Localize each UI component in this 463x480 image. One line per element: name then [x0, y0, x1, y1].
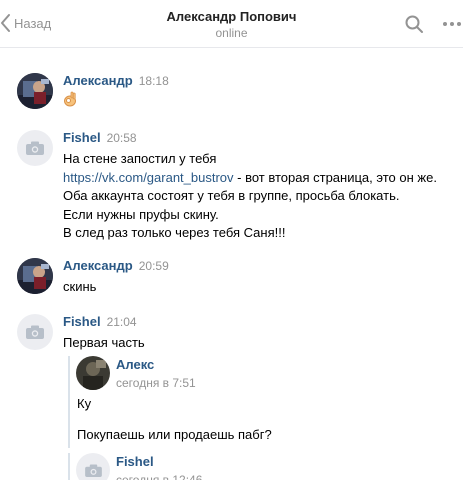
avatar[interactable] — [17, 314, 53, 350]
message-meta: Fishel сегодня в 12:46 — [116, 454, 202, 480]
message-line: Если нужны пруфы скину. — [63, 206, 219, 222]
message-line: Ку — [77, 396, 92, 411]
avatar[interactable] — [17, 130, 53, 166]
avatar[interactable] — [76, 453, 110, 480]
avatar[interactable] — [17, 258, 53, 294]
chat-title: Александр Попович — [166, 9, 297, 24]
message-line: Оба аккаунта состоят у тебя в группе, пр… — [63, 188, 400, 203]
message-line-rest: - вот вторая страница, это он же. — [233, 169, 437, 185]
message-time: 20:58 — [106, 131, 137, 145]
message-line: На стене запостил у тебя — [63, 151, 217, 166]
message-line: Первая часть — [63, 335, 145, 350]
message-line: Покупаешь или продаешь пабг? — [77, 427, 272, 442]
author-name[interactable]: Александр — [63, 73, 133, 88]
message-time: 21:04 — [106, 315, 137, 329]
message-time: 20:59 — [138, 259, 169, 273]
online-status: online — [215, 26, 248, 40]
search-icon[interactable] — [404, 14, 424, 34]
author-name[interactable]: Fishel — [63, 130, 101, 145]
avatar[interactable] — [17, 73, 53, 109]
author-name[interactable]: Алекс — [116, 357, 196, 373]
message-text: Первая часть — [63, 334, 145, 353]
message-meta: Александр 20:59 — [63, 258, 169, 274]
author-name[interactable]: Fishel — [63, 314, 101, 329]
message-line: https://vk.com/garant_bustrov - вот втор… — [63, 169, 437, 188]
camera-icon — [26, 325, 44, 339]
message-link[interactable]: https://vk.com/garant_bustrov — [63, 170, 234, 185]
camera-icon — [26, 141, 44, 155]
message-time: сегодня в 12:46 — [116, 473, 203, 480]
message-text: На стене запостил у тебя https://vk.com/… — [63, 150, 437, 243]
avatar[interactable] — [76, 356, 110, 390]
message-time: 18:18 — [138, 74, 169, 88]
message-meta: Алекс сегодня в 7:51 — [116, 357, 196, 391]
author-name[interactable]: Fishel — [116, 454, 202, 470]
chat-header: Назад Александр Попович online — [0, 0, 463, 48]
avatar-photo — [76, 356, 110, 390]
message-line: скинь — [63, 279, 97, 294]
message-time: сегодня в 7:51 — [116, 376, 196, 390]
message-meta: Fishel 21:04 — [63, 314, 137, 330]
author-name[interactable]: Александр — [63, 258, 133, 273]
message-line: В след раз только через тебя Саня!!! — [63, 225, 286, 240]
more-icon[interactable] — [441, 14, 463, 34]
avatar-photo — [17, 73, 53, 109]
chat-title-block[interactable]: Александр Попович online — [0, 9, 463, 41]
message-meta: Fishel 20:58 — [63, 130, 137, 146]
avatar-photo — [17, 258, 53, 294]
message-text: скинь — [63, 278, 96, 297]
forwarded-message: Fishel сегодня в 12:46 — [68, 453, 368, 480]
message-meta: Александр 18:18 — [63, 73, 169, 89]
ok-hand-emoji-icon — [64, 91, 76, 107]
camera-icon — [84, 463, 102, 477]
forwarded-message: Алекс сегодня в 7:51 Ку Покупаешь или пр… — [68, 356, 368, 448]
